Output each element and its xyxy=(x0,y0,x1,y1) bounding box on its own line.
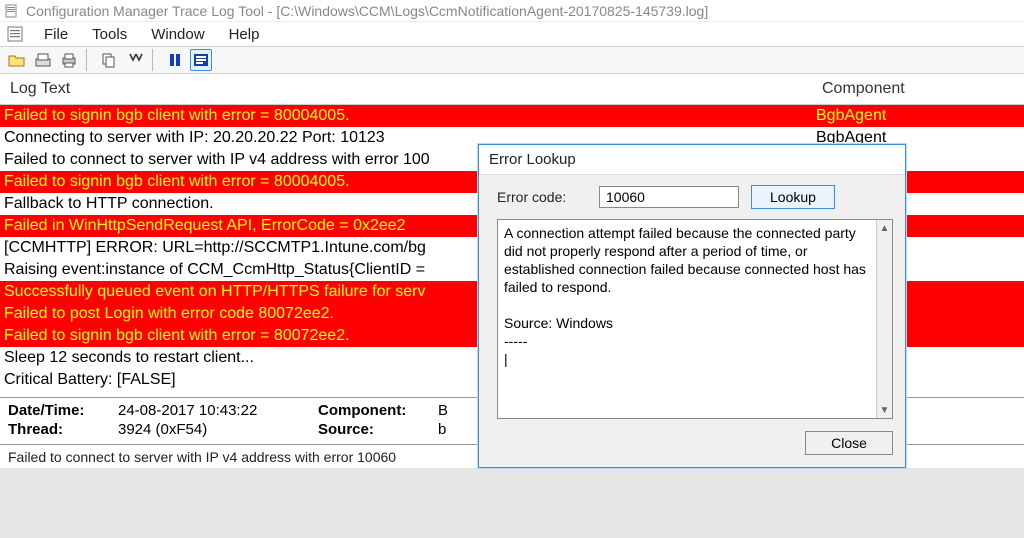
separator xyxy=(86,49,92,71)
document-icon xyxy=(6,25,26,43)
copy-icon[interactable] xyxy=(98,49,120,71)
open-server-icon[interactable] xyxy=(32,49,54,71)
toolbar xyxy=(0,46,1024,74)
details-thread-label: Thread: xyxy=(8,421,118,438)
error-description-box[interactable]: A connection attempt failed because the … xyxy=(497,219,893,419)
log-component: BgbAgent xyxy=(816,105,1020,127)
scrollbar[interactable]: ▲ ▼ xyxy=(876,220,892,418)
error-description-text: A connection attempt failed because the … xyxy=(498,220,876,418)
highlight-icon[interactable] xyxy=(190,49,212,71)
column-header-component[interactable]: Component xyxy=(822,80,1014,98)
close-button[interactable]: Close xyxy=(805,431,893,455)
details-component-label: Component: xyxy=(318,402,438,419)
error-code-label: Error code: xyxy=(497,189,587,205)
print-icon[interactable] xyxy=(58,49,80,71)
menu-help[interactable]: Help xyxy=(219,24,270,45)
scroll-down-icon[interactable]: ▼ xyxy=(877,402,892,418)
details-datetime-value: 24-08-2017 10:43:22 xyxy=(118,402,318,419)
details-datetime-label: Date/Time: xyxy=(8,402,118,419)
find-icon[interactable] xyxy=(124,49,146,71)
lookup-button[interactable]: Lookup xyxy=(751,185,835,209)
log-row[interactable]: Failed to signin bgb client with error =… xyxy=(0,105,1024,127)
details-thread-value: 3924 (0xF54) xyxy=(118,421,318,438)
menu-tools[interactable]: Tools xyxy=(82,24,137,45)
pause-icon[interactable] xyxy=(164,49,186,71)
log-header-row: Log Text Component xyxy=(0,74,1024,105)
app-icon xyxy=(4,3,20,19)
menu-window[interactable]: Window xyxy=(141,24,214,45)
details-source-label: Source: xyxy=(318,421,438,438)
error-lookup-dialog: Error Lookup Error code: Lookup A connec… xyxy=(478,144,906,468)
scroll-up-icon[interactable]: ▲ xyxy=(877,220,892,236)
status-text: Failed to connect to server with IP v4 a… xyxy=(8,449,396,465)
dialog-title: Error Lookup xyxy=(479,145,905,175)
column-header-logtext[interactable]: Log Text xyxy=(10,80,822,98)
error-code-input[interactable] xyxy=(599,186,739,208)
window-titlebar: Configuration Manager Trace Log Tool - [… xyxy=(0,0,1024,22)
open-icon[interactable] xyxy=(6,49,28,71)
separator xyxy=(152,49,158,71)
menu-file[interactable]: File xyxy=(34,24,78,45)
window-title: Configuration Manager Trace Log Tool - [… xyxy=(26,3,708,19)
menubar: File Tools Window Help xyxy=(0,22,1024,46)
log-text: Failed to signin bgb client with error =… xyxy=(4,105,816,127)
